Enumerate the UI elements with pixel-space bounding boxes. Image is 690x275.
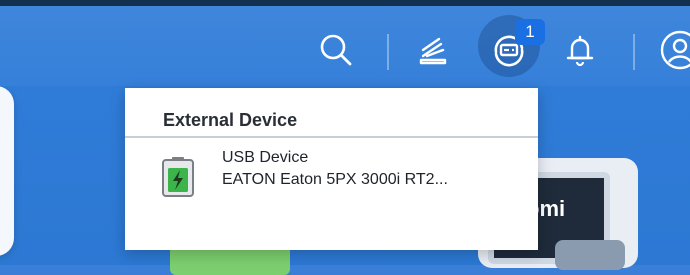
user-icon (660, 30, 690, 70)
device-type-label: USB Device (222, 149, 309, 166)
top-bar: 1 (0, 6, 690, 86)
search-button[interactable] (312, 24, 360, 76)
external-device-popup: External Device USB Device EATON Eaton 5… (125, 88, 538, 250)
device-name-label: EATON Eaton 5PX 3000i RT2... (222, 171, 448, 188)
battery-icon (161, 156, 195, 198)
tasks-button[interactable] (409, 24, 457, 76)
desktop-widget (0, 86, 14, 256)
desktop-app-gear[interactable] (555, 240, 625, 270)
bell-icon (566, 35, 594, 67)
separator (633, 34, 635, 70)
separator (387, 34, 389, 70)
notifications-button[interactable] (556, 24, 604, 76)
notification-badge: 1 (515, 19, 545, 45)
task-icon (419, 37, 447, 65)
search-icon (320, 34, 352, 66)
device-list-item[interactable]: USB Device EATON Eaton 5PX 3000i RT2... (125, 140, 538, 198)
user-button[interactable] (656, 24, 690, 76)
popup-title: External Device (163, 110, 298, 130)
divider (125, 136, 538, 138)
